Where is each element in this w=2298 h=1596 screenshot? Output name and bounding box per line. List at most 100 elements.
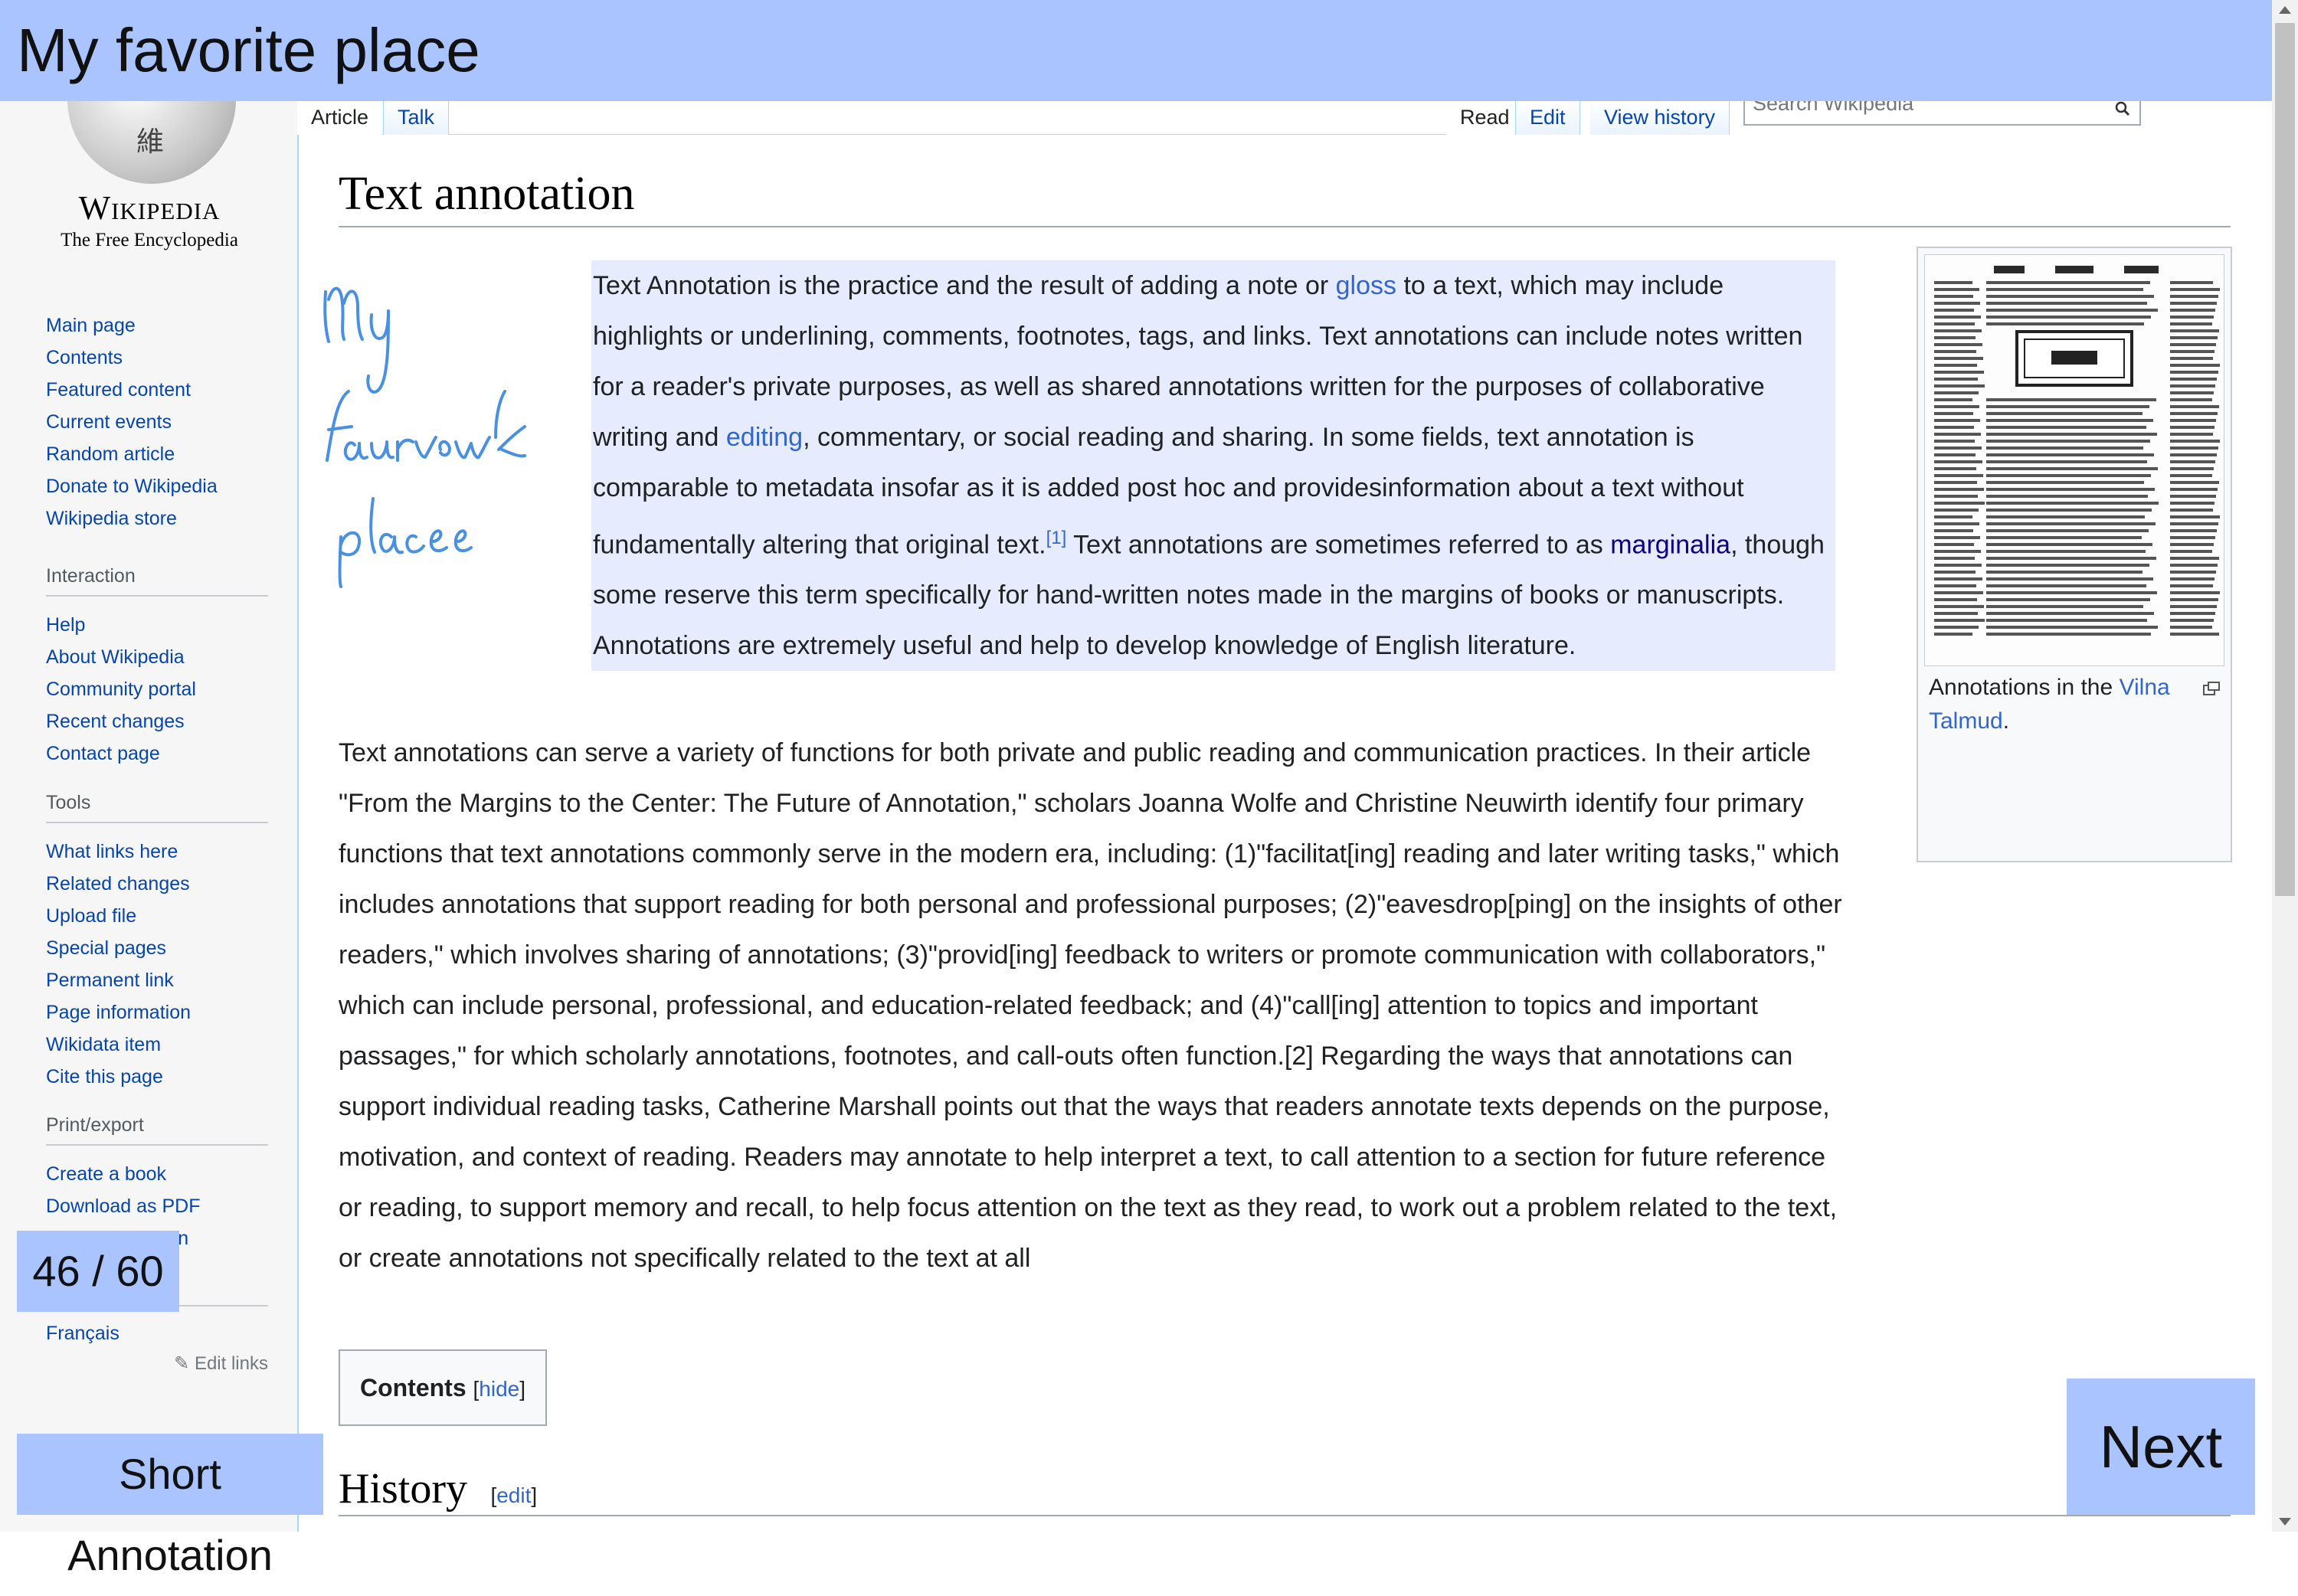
text-line: [2170, 543, 2214, 546]
nav-recent-changes[interactable]: Recent changes: [46, 705, 268, 737]
text-line: [1986, 633, 2151, 636]
text-line: [2170, 398, 2212, 401]
tab-edit[interactable]: Edit: [1515, 100, 1580, 135]
nav-help[interactable]: Help: [46, 609, 268, 641]
scrollbar[interactable]: [2272, 0, 2298, 1532]
nav-featured-content[interactable]: Featured content: [46, 374, 268, 406]
nav-wikidata-item[interactable]: Wikidata item: [46, 1029, 268, 1061]
text-line: [2170, 322, 2212, 325]
nav-current-events[interactable]: Current events: [46, 406, 268, 438]
text-line: [1986, 591, 2157, 594]
text-line: [1934, 371, 1984, 374]
scroll-up-arrow-icon[interactable]: [2279, 6, 2291, 14]
link-editing[interactable]: editing: [726, 423, 803, 452]
talmud-page-image[interactable]: [1924, 254, 2224, 666]
text-line: [1986, 281, 2150, 284]
text-line: [1986, 412, 2143, 415]
nav-interaction: Interaction Help About Wikipedia Communi…: [46, 565, 268, 770]
nav-about[interactable]: About Wikipedia: [46, 641, 268, 673]
text-line: [1934, 515, 1972, 518]
nav-contents[interactable]: Contents: [46, 342, 268, 374]
nav-lang-francais[interactable]: Français: [46, 1317, 268, 1349]
text-line: [1934, 453, 1976, 456]
nav-what-links-here[interactable]: What links here: [46, 836, 268, 868]
text-line: [2170, 626, 2212, 629]
annotation-counter: 46 / 60: [17, 1231, 179, 1312]
text-line: [2170, 343, 2216, 346]
text-line: [1986, 536, 2142, 539]
link-marginalia[interactable]: marginalia: [1610, 530, 1730, 559]
thumbnail-caption: Annotations in the Vilna Talmud.: [1929, 671, 2205, 738]
nav-cite-this-page[interactable]: Cite this page: [46, 1061, 268, 1093]
text-line: [2170, 371, 2218, 374]
text-line: [1934, 357, 1983, 360]
nav-contact-page[interactable]: Contact page: [46, 737, 268, 770]
scrollbar-thumb[interactable]: [2275, 23, 2295, 896]
link-gloss[interactable]: gloss: [1336, 271, 1396, 300]
text-line: [2170, 364, 2220, 367]
caption-text: .: [2002, 708, 2010, 734]
body-paragraph: Text annotations can serve a variety of …: [339, 738, 1842, 1273]
text-line: [1986, 564, 2149, 567]
nav-main-page[interactable]: Main page: [46, 309, 268, 342]
nav-create-book[interactable]: Create a book: [46, 1158, 268, 1190]
tab-read[interactable]: Read: [1446, 100, 1524, 135]
search-input[interactable]: Search Wikipedia: [1743, 100, 2141, 126]
text-line: [1934, 419, 1980, 422]
text-line: [1934, 316, 1981, 319]
nav-store[interactable]: Wikipedia store: [46, 502, 268, 535]
text-line: [2170, 357, 2213, 360]
text-line: [1934, 564, 1982, 567]
nav-special-pages[interactable]: Special pages: [46, 932, 268, 964]
text-line: [2170, 605, 2217, 608]
text-line: [1934, 633, 1972, 636]
short-annotation-button[interactable]: Short Annotation: [17, 1434, 323, 1579]
text-line: [1934, 343, 1982, 346]
tab-article[interactable]: Article: [297, 100, 383, 135]
text-line: [1934, 460, 1982, 463]
text-line: [1986, 515, 2145, 518]
text-line: [2170, 460, 2215, 463]
nav-random-article[interactable]: Random article: [46, 438, 268, 470]
nav-download-pdf[interactable]: Download as PDF: [46, 1190, 268, 1222]
text-line: [1934, 598, 1977, 601]
history-heading: History: [339, 1465, 467, 1513]
text-line: [1986, 543, 2152, 546]
text-line: [1986, 453, 2154, 456]
nav-page-information[interactable]: Page information: [46, 996, 268, 1029]
article-content: Text annotation Text Annotation is the p…: [297, 135, 2244, 1532]
enlarge-icon[interactable]: [2203, 682, 2220, 695]
text-line: [1986, 557, 2156, 560]
tab-talk[interactable]: Talk: [383, 100, 450, 135]
text-line: [2170, 433, 2213, 436]
nav-related-changes[interactable]: Related changes: [46, 868, 268, 900]
search-placeholder: Search Wikipedia: [1753, 100, 1914, 115]
search-icon[interactable]: [2115, 101, 2130, 116]
text-line: [2170, 481, 2219, 484]
lead-text: Text Annotation is the practice and the …: [593, 271, 1336, 300]
edit-links-button[interactable]: ✎ Edit links: [46, 1352, 268, 1375]
text-line: [1986, 467, 2158, 470]
reference-link[interactable]: [1]: [1046, 528, 1067, 548]
nav-donate[interactable]: Donate to Wikipedia: [46, 470, 268, 502]
text-line: [2170, 336, 2218, 339]
toc-hide-button[interactable]: hide: [479, 1377, 519, 1401]
edit-section-button[interactable]: edit: [496, 1483, 531, 1507]
text-line: [1934, 405, 1979, 408]
text-line: [2170, 557, 2219, 560]
text-line: [2170, 522, 2218, 525]
text-line: [1986, 481, 2144, 484]
text-line: [1934, 612, 1978, 615]
text-line: [1986, 488, 2155, 491]
tab-view-history[interactable]: View history: [1590, 100, 1730, 135]
text-line: [1934, 509, 1979, 512]
nav-community-portal[interactable]: Community portal: [46, 673, 268, 705]
text-line: [2170, 467, 2214, 470]
text-line: [1986, 309, 2158, 312]
text-line: [2170, 419, 2216, 422]
nav-permanent-link[interactable]: Permanent link: [46, 964, 268, 996]
text-line: [1986, 619, 2147, 622]
nav-upload-file[interactable]: Upload file: [46, 900, 268, 932]
next-button[interactable]: Next: [2067, 1379, 2255, 1515]
scroll-down-arrow-icon[interactable]: [2279, 1518, 2291, 1526]
